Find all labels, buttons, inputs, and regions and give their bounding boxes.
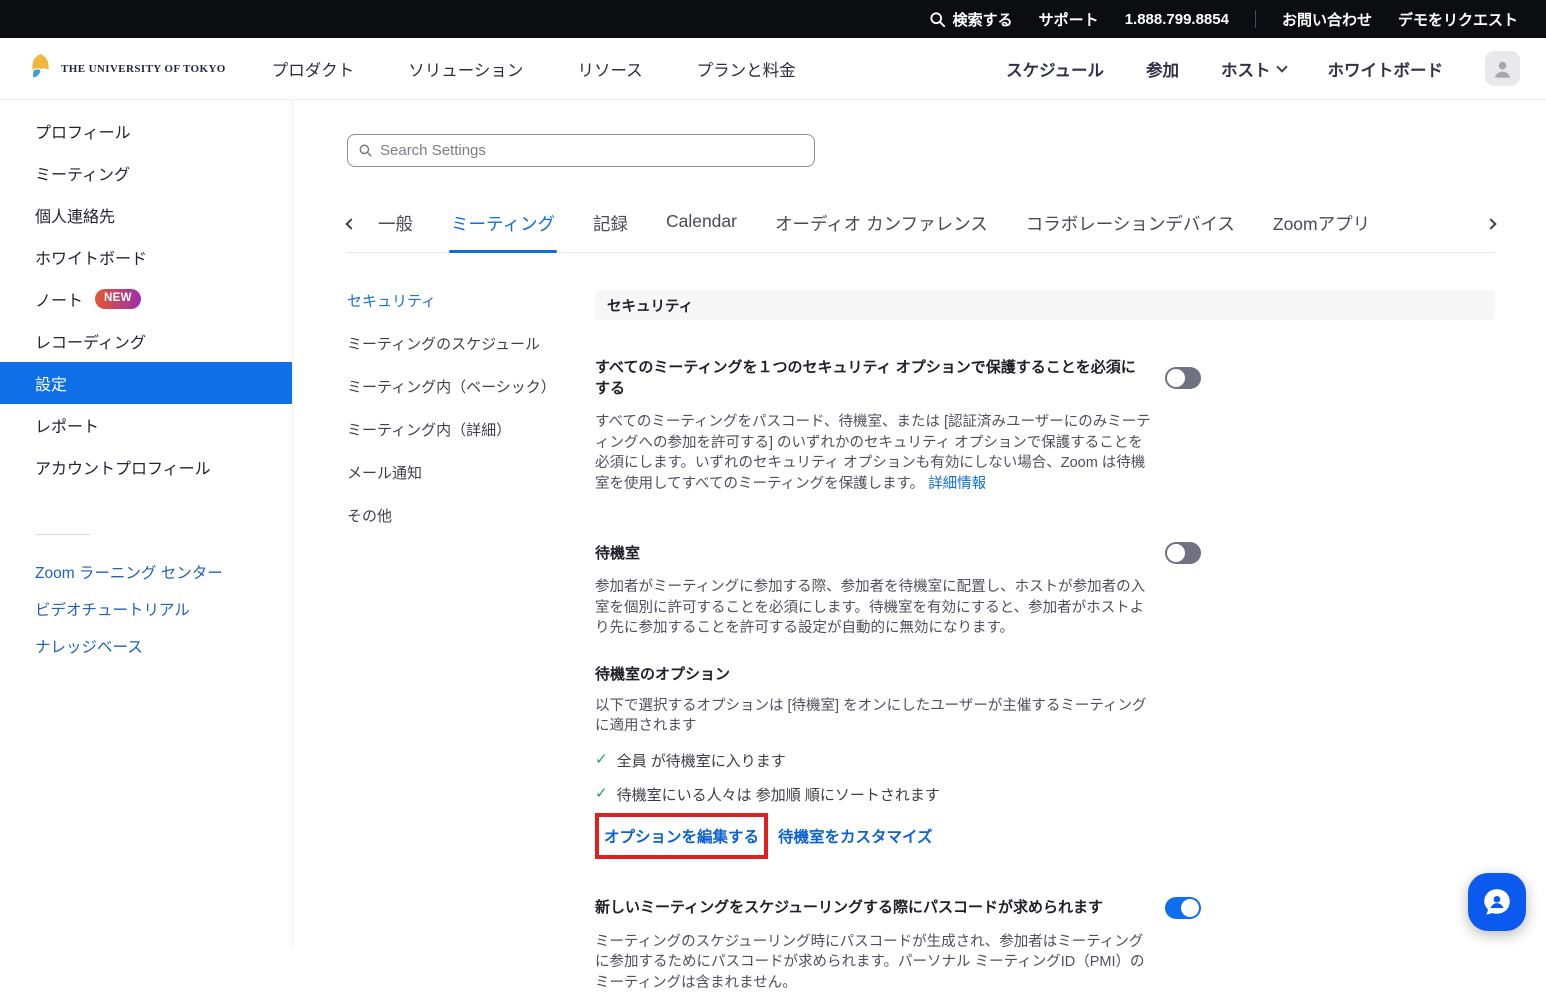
top-utility-bar: 検索する サポート 1.888.799.8854 お問い合わせ デモをリクエスト (0, 0, 1546, 38)
settings-body: セキュリティ ミーティングのスケジュール ミーティング内（ベーシック） ミーティ… (347, 290, 1546, 993)
sidebar-link-learning-center[interactable]: Zoom ラーニング センター (0, 555, 292, 592)
sidebar-item-profile[interactable]: プロフィール (0, 110, 292, 152)
waiting-room-option-sort-order: ✓ 待機室にいる人々は 参加順 順にソートされます (595, 784, 1495, 805)
zoom-settings-page: 検索する サポート 1.888.799.8854 お問い合わせ デモをリクエスト… (0, 0, 1546, 947)
tab-calendar[interactable]: Calendar (664, 205, 739, 252)
search-icon (929, 11, 946, 28)
section-header-security: セキュリティ (595, 290, 1495, 320)
toggle-knob (1167, 544, 1185, 562)
toggle-knob (1167, 369, 1185, 387)
sidebar-link-video-tutorials[interactable]: ビデオチュートリアル (0, 592, 292, 629)
chat-person-icon (1480, 885, 1514, 919)
nav-item-solutions[interactable]: ソリューション (408, 57, 523, 81)
nav-item-join[interactable]: 参加 (1146, 57, 1179, 81)
tabs-scroll-left-button[interactable] (347, 205, 359, 252)
setting-row-require-passcode: 新しいミーティングをスケジューリングする際にパスコードが求められます ミーティン… (595, 897, 1495, 993)
settings-tabs: 一般 ミーティング 記録 Calendar オーディオ カンファレンス コラボレ… (347, 205, 1495, 253)
sidebar-link-knowledge-base[interactable]: ナレッジベース (0, 629, 292, 666)
nav-item-host-label: ホスト (1221, 57, 1271, 81)
topbar-divider (1255, 10, 1256, 28)
nav-left-group: プロダクト ソリューション リソース プランと料金 (272, 57, 796, 81)
nav-item-plans-pricing[interactable]: プランと料金 (697, 57, 796, 81)
subnav-item-other[interactable]: その他 (347, 505, 595, 526)
search-icon (358, 143, 373, 158)
subnav-item-security[interactable]: セキュリティ (347, 290, 595, 311)
topbar-support-link[interactable]: サポート (1039, 9, 1099, 30)
tabs-scroll-right-button[interactable] (1483, 205, 1495, 252)
nav-item-schedule[interactable]: スケジュール (1006, 57, 1104, 81)
setting-title: 新しいミーティングをスケジューリングする際にパスコードが求められます (595, 897, 1103, 918)
chevron-left-icon (345, 218, 356, 229)
nav-item-whiteboard[interactable]: ホワイトボード (1328, 57, 1444, 81)
sidebar-divider (35, 534, 90, 535)
setting-title: 待機室 (595, 543, 640, 564)
waiting-room-options-title: 待機室のオプション (595, 663, 1495, 684)
nav-item-products[interactable]: プロダクト (272, 57, 355, 81)
setting-row-require-security-option: すべてのミーティングを１つのセキュリティ オプションで保護することを必須にする … (595, 357, 1495, 494)
sidebar-item-settings[interactable]: 設定 (0, 362, 292, 404)
topbar-contact-link[interactable]: お問い合わせ (1282, 9, 1372, 30)
customize-waiting-room-link[interactable]: 待機室をカスタマイズ (778, 825, 933, 847)
sidebar-item-whiteboard[interactable]: ホワイトボード (0, 236, 292, 278)
sidebar-item-personal-contacts[interactable]: 個人連絡先 (0, 194, 292, 236)
red-highlight-box: オプションを編集する (595, 813, 768, 859)
topbar-request-demo-link[interactable]: デモをリクエスト (1398, 9, 1518, 30)
tab-recording[interactable]: 記録 (591, 205, 630, 252)
page-layout: プロフィール ミーティング 個人連絡先 ホワイトボード ノート NEW レコーデ… (0, 100, 1546, 947)
setting-description: ミーティングのスケジューリング時にパスコードが生成され、参加者はミーティングに参… (595, 932, 1151, 993)
utokyo-logo-text: THE UNIVERSITY OF TOKYO (61, 63, 226, 75)
check-icon: ✓ (595, 750, 608, 770)
subnav-item-in-meeting-basic[interactable]: ミーティング内（ベーシック） (347, 376, 595, 397)
chevron-right-icon (1485, 218, 1496, 229)
settings-subnav: セキュリティ ミーティングのスケジュール ミーティング内（ベーシック） ミーティ… (347, 290, 595, 993)
sidebar-item-notes[interactable]: ノート NEW (0, 278, 292, 320)
tab-zoom-apps[interactable]: Zoomアプリ (1271, 205, 1372, 252)
tab-audio-conferencing[interactable]: オーディオ カンファレンス (773, 205, 990, 252)
settings-search-box[interactable] (347, 134, 815, 167)
waiting-room-links: オプションを編集する 待機室をカスタマイズ (595, 813, 1495, 859)
settings-column: セキュリティ すべてのミーティングを１つのセキュリティ オプションで保護すること… (595, 290, 1495, 993)
subnav-item-in-meeting-advanced[interactable]: ミーティング内（詳細） (347, 419, 595, 440)
nav-right-group: スケジュール 参加 ホスト ホワイトボード (1006, 51, 1520, 86)
waiting-room-option-everyone: ✓ 全員 が待機室に入ります (595, 750, 1495, 771)
check-icon: ✓ (595, 784, 608, 804)
setting-title: すべてのミーティングを１つのセキュリティ オプションで保護することを必須にする (595, 357, 1140, 399)
search-input[interactable] (380, 142, 804, 159)
sidebar-item-meetings[interactable]: ミーティング (0, 152, 292, 194)
setting-description: すべてのミーティングをパスコード、待機室、または [認証済みユーザーにのみミーテ… (595, 412, 1151, 494)
toggle-waiting-room[interactable] (1165, 542, 1201, 564)
waiting-room-options-description: 以下で選択するオプションは [待機室] をオンにしたユーザーが主催するミーティン… (595, 696, 1151, 737)
setting-description: 参加者がミーティングに参加する際、参加者を待機室に配置し、ホストが参加者の入室を… (595, 577, 1151, 639)
tab-meeting[interactable]: ミーティング (449, 205, 557, 252)
nav-item-resources[interactable]: リソース (577, 57, 642, 81)
nav-item-host[interactable]: ホスト (1221, 57, 1286, 81)
toggle-knob (1181, 899, 1199, 917)
sidebar-item-recordings[interactable]: レコーディング (0, 320, 292, 362)
person-icon (1491, 57, 1514, 80)
subnav-item-email-notification[interactable]: メール通知 (347, 462, 595, 483)
edit-options-link[interactable]: オプションを編集する (604, 825, 759, 847)
topbar-search-label: 検索する (953, 9, 1013, 30)
sidebar-item-account-profile[interactable]: アカウントプロフィール (0, 446, 292, 488)
new-badge: NEW (95, 289, 141, 309)
learn-more-link[interactable]: 詳細情報 (928, 476, 986, 492)
setting-row-waiting-room: 待機室 参加者がミーティングに参加する際、参加者を待機室に配置し、ホストが参加者… (595, 542, 1495, 859)
tab-general[interactable]: 一般 (376, 205, 415, 252)
chevron-down-icon (1276, 61, 1287, 72)
toggle-require-passcode[interactable] (1165, 897, 1201, 919)
support-chat-button[interactable] (1468, 873, 1526, 931)
sidebar-item-reports[interactable]: レポート (0, 404, 292, 446)
settings-content: 一般 ミーティング 記録 Calendar オーディオ カンファレンス コラボレ… (293, 100, 1546, 947)
tab-collaboration-devices[interactable]: コラボレーションデバイス (1024, 205, 1237, 252)
topbar-search[interactable]: 検索する (929, 9, 1013, 30)
main-navbar: THE UNIVERSITY OF TOKYO プロダクト ソリューション リソ… (0, 38, 1546, 100)
toggle-require-security-option[interactable] (1165, 367, 1201, 389)
utokyo-logo[interactable]: THE UNIVERSITY OF TOKYO (28, 53, 226, 85)
subnav-item-schedule-meeting[interactable]: ミーティングのスケジュール (347, 333, 595, 354)
sidebar: プロフィール ミーティング 個人連絡先 ホワイトボード ノート NEW レコーデ… (0, 100, 293, 947)
utokyo-leaf-icon (28, 53, 53, 85)
topbar-phone[interactable]: 1.888.799.8854 (1125, 11, 1229, 28)
profile-avatar[interactable] (1485, 51, 1520, 86)
